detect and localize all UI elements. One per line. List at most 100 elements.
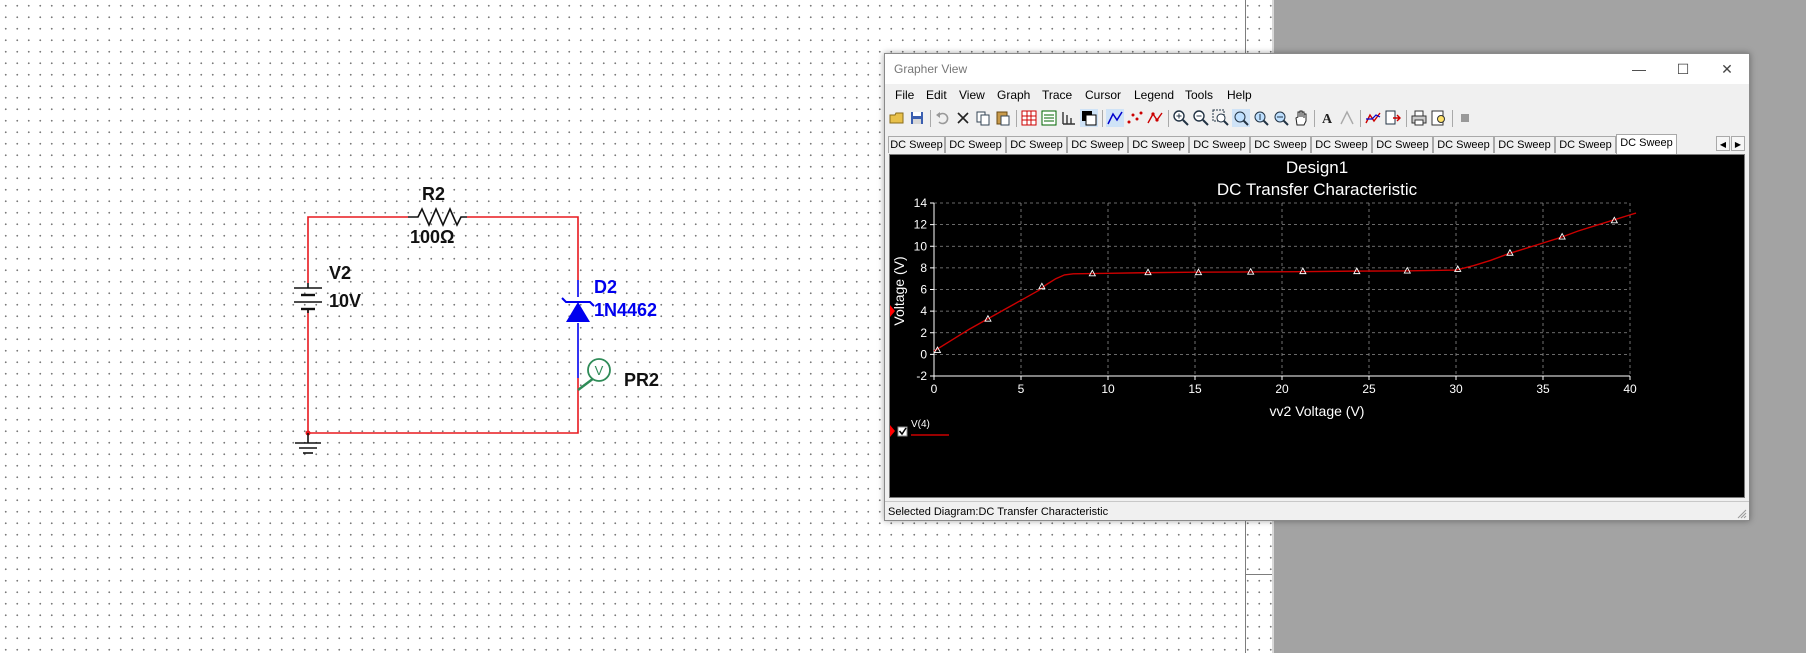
svg-text:A: A (1322, 112, 1333, 127)
zoom-area-icon[interactable] (1212, 109, 1230, 127)
tab-dc-sweep-8[interactable]: DC Sweep (1311, 136, 1372, 153)
export-icon[interactable] (1384, 109, 1402, 127)
tab-dc-sweep-6[interactable]: DC Sweep (1189, 136, 1250, 153)
close-button[interactable]: ✕ (1705, 54, 1749, 84)
zoom-in-icon[interactable] (1172, 109, 1190, 127)
legend[interactable]: V(4) (890, 419, 949, 437)
tab-dc-sweep-7[interactable]: DC Sweep (1250, 136, 1311, 153)
menu-graph[interactable]: Graph (997, 88, 1030, 102)
tab-dc-sweep-13[interactable]: DC Sweep (1616, 134, 1677, 154)
x-tick-label: 35 (1536, 382, 1550, 396)
tab-dc-sweep-9[interactable]: DC Sweep (1372, 136, 1433, 153)
dc-transfer-chart[interactable]: 0 5 10 15 20 25 30 35 40 -2 0 2 4 6 8 10 12 14 Design1 DC… (890, 155, 1744, 497)
resize-grip-icon[interactable] (1737, 509, 1747, 519)
probe-ref-label: PR2 (624, 370, 660, 390)
tab-dc-sweep-10[interactable]: DC Sweep (1433, 136, 1494, 153)
y-tick-label: 2 (920, 326, 927, 340)
toolbar-separator (1016, 110, 1017, 127)
minimize-button[interactable]: — (1617, 54, 1661, 84)
zoom-fit-icon[interactable] (1272, 109, 1290, 127)
y-axis-label: Voltage (V) (891, 256, 907, 325)
series-line-extension (1629, 212, 1637, 216)
tab-scroll-left-icon[interactable]: ◀ (1716, 136, 1730, 151)
diode-model-label: 1N4462 (594, 300, 658, 320)
tab-dc-sweep-1[interactable]: DC Sweep (888, 136, 945, 153)
title-bar[interactable]: Grapher View — ☐ ✕ (885, 54, 1749, 84)
zener-diode-symbol[interactable] (561, 297, 595, 322)
pan-icon[interactable] (1292, 109, 1310, 127)
tab-dc-sweep-4[interactable]: DC Sweep (1067, 136, 1128, 153)
resistor-symbol[interactable] (408, 207, 467, 227)
menu-cursor[interactable]: Cursor (1085, 88, 1121, 102)
plot-area[interactable]: 0 5 10 15 20 25 30 35 40 -2 0 2 4 6 8 10 12 14 Design1 DC… (889, 154, 1745, 498)
toolbar-separator (930, 110, 931, 127)
stop-icon[interactable] (1456, 109, 1474, 127)
probe-symbol: V (595, 363, 604, 378)
voltage-probe-icon[interactable]: V (577, 358, 611, 391)
zoom-out-icon[interactable] (1192, 109, 1210, 127)
legend-marker-icon (890, 425, 895, 437)
grapher-window[interactable]: Grapher View — ☐ ✕ File Edit View Graph … (884, 53, 1750, 521)
cursor-icon[interactable] (1060, 109, 1078, 127)
copy-icon[interactable] (974, 109, 992, 127)
wire-top-right[interactable] (467, 216, 579, 280)
open-icon[interactable] (888, 109, 906, 127)
wire-group[interactable] (307, 216, 579, 434)
dot-icon[interactable] (1146, 109, 1164, 127)
tab-dc-sweep-5[interactable]: DC Sweep (1128, 136, 1189, 153)
y-tick-label: 0 (920, 347, 927, 361)
battery-symbol[interactable] (294, 283, 322, 313)
tab-dc-sweep-11[interactable]: DC Sweep (1494, 136, 1555, 153)
maximize-button[interactable]: ☐ (1661, 54, 1705, 84)
text-icon[interactable]: A (1318, 109, 1336, 127)
menu-edit[interactable]: Edit (926, 88, 947, 102)
circuit-diagram: V (294, 207, 611, 454)
tab-dc-sweep-12[interactable]: DC Sweep (1555, 136, 1616, 153)
wire-bottom[interactable] (307, 308, 579, 434)
tab-scroll-right-icon[interactable]: ▶ (1731, 136, 1745, 151)
sheet-border-bottom (1245, 574, 1272, 575)
menu-help[interactable]: Help (1227, 88, 1252, 102)
x-tick-label: 0 (931, 382, 938, 396)
legend-icon[interactable] (1040, 109, 1058, 127)
menu-view[interactable]: View (959, 88, 985, 102)
source-value-label: 10V (329, 291, 362, 311)
paste-icon[interactable] (994, 109, 1012, 127)
y-tick-label: -2 (916, 369, 927, 383)
cut-icon[interactable] (954, 109, 972, 127)
tab-dc-sweep-2[interactable]: DC Sweep (945, 136, 1006, 153)
toolbar-separator (1314, 110, 1315, 127)
marker-layer (933, 216, 1619, 353)
marker-icon[interactable] (1126, 109, 1144, 127)
print-preview-icon[interactable] (1430, 109, 1448, 127)
y-tick-label: 12 (914, 218, 928, 232)
trace-icon[interactable] (1364, 109, 1382, 127)
data-marker[interactable] (1144, 268, 1152, 276)
x-tick-label: 5 (1018, 382, 1025, 396)
data-marker[interactable] (1299, 267, 1307, 275)
zoom-y-icon[interactable] (1252, 109, 1270, 127)
zoom-x-icon[interactable] (1232, 109, 1250, 127)
overlay-icon[interactable] (1080, 109, 1098, 127)
toolbar-separator (1406, 110, 1407, 127)
x-tick-label: 20 (1275, 382, 1289, 396)
menu-legend[interactable]: Legend (1134, 88, 1174, 102)
series-layer (933, 212, 1637, 352)
tab-dc-sweep-3[interactable]: DC Sweep (1006, 136, 1067, 153)
toolbar-separator (1360, 110, 1361, 127)
grid-icon[interactable] (1020, 109, 1038, 127)
save-icon[interactable] (908, 109, 926, 127)
ground-symbol[interactable] (295, 430, 321, 454)
menu-tools[interactable]: Tools (1185, 88, 1213, 102)
x-tick-label: 10 (1101, 382, 1115, 396)
menu-trace[interactable]: Trace (1042, 88, 1072, 102)
wire-top-left[interactable] (307, 216, 408, 283)
print-icon[interactable] (1410, 109, 1428, 127)
undo-icon[interactable] (934, 109, 952, 127)
menu-file[interactable]: File (895, 88, 914, 102)
diode-ref-label: D2 (594, 277, 618, 297)
source-ref-label: V2 (329, 263, 352, 283)
line-style-icon[interactable] (1106, 109, 1124, 127)
properties-icon[interactable] (1338, 109, 1356, 127)
legend-label: V(4) (911, 419, 930, 430)
